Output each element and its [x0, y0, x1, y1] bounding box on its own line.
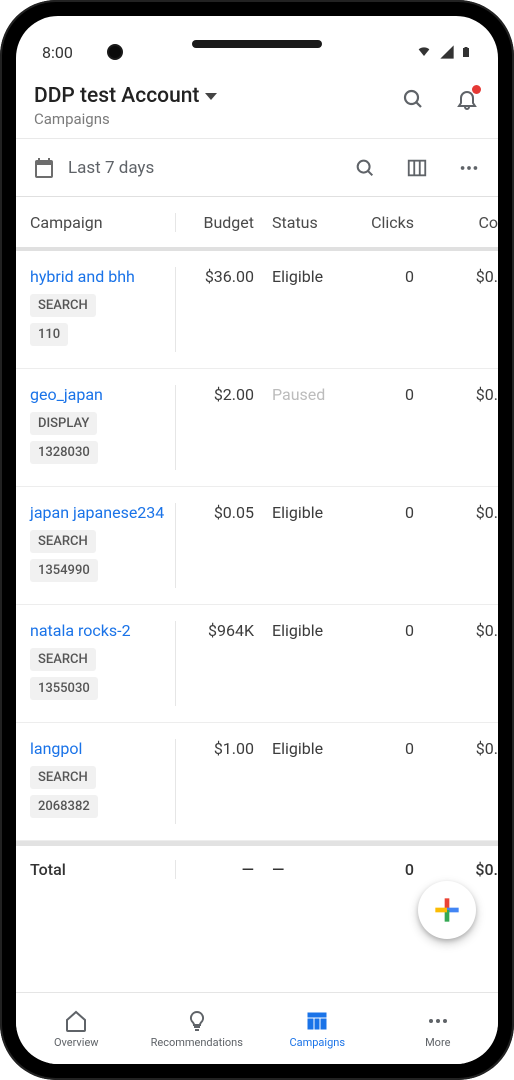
table-header-row: Campaign Budget Status Clicks Co: [16, 197, 498, 251]
cell-status: Eligible: [264, 503, 352, 522]
home-icon: [64, 1009, 88, 1033]
table-body: hybrid and bhh SEARCH 110 $36.00 Eligibl…: [16, 251, 498, 841]
campaign-name-link[interactable]: hybrid and bhh: [30, 267, 167, 286]
bulb-icon: [185, 1009, 209, 1033]
campaign-type-tag: SEARCH: [30, 530, 96, 553]
table-search-button[interactable]: [352, 155, 378, 181]
cell-budget: $2.00: [176, 385, 264, 404]
cell-clicks: 0: [352, 739, 424, 758]
total-status: —: [264, 860, 352, 879]
calendar-icon: [32, 156, 56, 180]
total-budget: —: [176, 860, 264, 879]
cell-status: Paused: [264, 385, 352, 404]
cell-clicks: 0: [352, 503, 424, 522]
cell-budget: $36.00: [176, 267, 264, 286]
date-range-selector[interactable]: Last 7 days: [32, 156, 338, 180]
notifications-button[interactable]: [454, 86, 480, 112]
wifi-icon: [414, 44, 434, 60]
campaign-name-link[interactable]: natala rocks-2: [30, 621, 167, 640]
campaign-type-tag: SEARCH: [30, 766, 96, 789]
table-row[interactable]: langpol SEARCH 2068382 $1.00 Eligible 0 …: [16, 723, 498, 841]
phone-speaker: [192, 40, 322, 48]
nav-more[interactable]: More: [378, 993, 499, 1064]
campaign-name-link[interactable]: japan japanese234: [30, 503, 167, 522]
cell-status: Eligible: [264, 267, 352, 286]
cell-cost: $0.: [424, 503, 498, 522]
account-selector[interactable]: DDP test Account Campaigns: [34, 84, 400, 128]
cell-status: Eligible: [264, 621, 352, 640]
nav-overview[interactable]: Overview: [16, 993, 137, 1064]
toolbar: Last 7 days: [16, 139, 498, 197]
phone-camera: [107, 44, 123, 60]
search-icon: [401, 87, 425, 111]
status-icons: [414, 43, 472, 61]
header-campaign[interactable]: Campaign: [16, 213, 176, 232]
columns-icon: [406, 157, 428, 179]
nav-recommendations[interactable]: Recommendations: [137, 993, 258, 1064]
nav-overview-label: Overview: [54, 1036, 99, 1049]
battery-icon: [460, 43, 472, 61]
campaigns-table: Campaign Budget Status Clicks Co hybrid …: [16, 197, 498, 992]
bottom-nav: Overview Recommendations Campaigns More: [16, 992, 498, 1064]
campaign-name-link[interactable]: geo_japan: [30, 385, 167, 404]
cell-cost: $0.: [424, 739, 498, 758]
header-clicks[interactable]: Clicks: [352, 213, 424, 232]
phone-frame: 8:00 DDP test Account Campaigns: [0, 0, 514, 1080]
search-icon: [354, 157, 376, 179]
more-horizontal-icon: [426, 1009, 450, 1033]
section-subtitle: Campaigns: [34, 110, 400, 128]
nav-campaigns-label: Campaigns: [289, 1036, 345, 1049]
cell-clicks: 0: [352, 385, 424, 404]
nav-recommendations-label: Recommendations: [151, 1036, 243, 1049]
header-cost[interactable]: Co: [424, 213, 498, 232]
campaign-id-tag: 1354990: [30, 559, 98, 582]
total-cost: $0.: [424, 860, 498, 879]
cell-cost: $0.: [424, 267, 498, 286]
notification-badge: [472, 85, 481, 94]
columns-button[interactable]: [404, 155, 430, 181]
date-range-label: Last 7 days: [68, 158, 154, 178]
plus-icon: [433, 896, 461, 924]
campaign-type-tag: SEARCH: [30, 648, 96, 671]
campaign-name-link[interactable]: langpol: [30, 739, 167, 758]
status-time: 8:00: [42, 43, 73, 62]
campaign-id-tag: 2068382: [30, 795, 98, 818]
new-campaign-fab[interactable]: [418, 881, 476, 939]
cell-budget: $964K: [176, 621, 264, 640]
screen: 8:00 DDP test Account Campaigns: [16, 16, 498, 1064]
app-header: DDP test Account Campaigns: [16, 66, 498, 139]
table-row[interactable]: japan japanese234 SEARCH 1354990 $0.05 E…: [16, 487, 498, 605]
campaign-type-tag: DISPLAY: [30, 412, 97, 435]
campaign-id-tag: 1328030: [30, 441, 98, 464]
total-row: Total — — 0 $0.: [16, 841, 498, 893]
header-budget[interactable]: Budget: [176, 213, 264, 232]
dropdown-icon: [205, 93, 217, 100]
cell-cost: $0.: [424, 385, 498, 404]
header-status[interactable]: Status: [264, 213, 352, 232]
total-label: Total: [16, 860, 176, 879]
table-row[interactable]: natala rocks-2 SEARCH 1355030 $964K Elig…: [16, 605, 498, 723]
more-horizontal-icon: [458, 157, 480, 179]
cell-budget: $1.00: [176, 739, 264, 758]
cell-status: Eligible: [264, 739, 352, 758]
account-name: DDP test Account: [34, 84, 199, 108]
campaign-type-tag: SEARCH: [30, 294, 96, 317]
campaign-id-tag: 1355030: [30, 677, 98, 700]
cell-cost: $0.: [424, 621, 498, 640]
cell-budget: $0.05: [176, 503, 264, 522]
total-clicks: 0: [352, 860, 424, 879]
table-row[interactable]: hybrid and bhh SEARCH 110 $36.00 Eligibl…: [16, 251, 498, 369]
nav-more-label: More: [425, 1036, 450, 1049]
nav-campaigns[interactable]: Campaigns: [257, 993, 378, 1064]
more-options-button[interactable]: [456, 155, 482, 181]
table-icon: [305, 1009, 329, 1033]
header-search-button[interactable]: [400, 86, 426, 112]
campaign-id-tag: 110: [30, 323, 68, 346]
table-row[interactable]: geo_japan DISPLAY 1328030 $2.00 Paused 0…: [16, 369, 498, 487]
cell-clicks: 0: [352, 621, 424, 640]
cell-clicks: 0: [352, 267, 424, 286]
signal-icon: [438, 44, 456, 60]
